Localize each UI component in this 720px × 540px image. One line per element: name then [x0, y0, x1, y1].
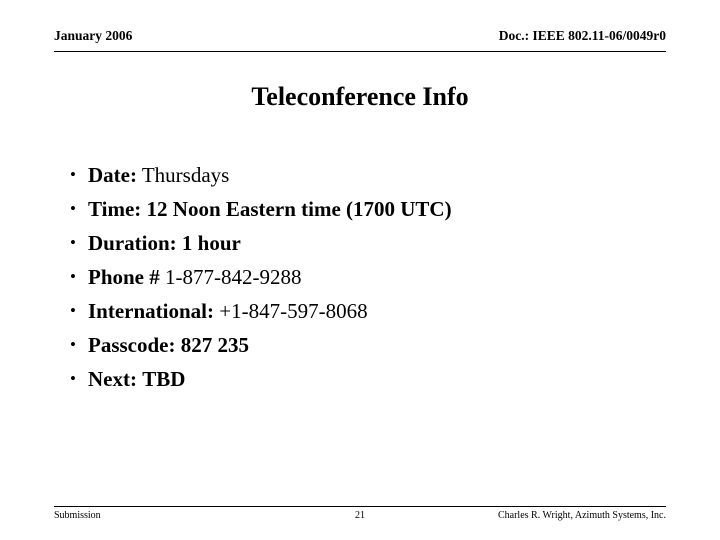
list-item-value: Thursdays: [141, 163, 230, 187]
list-item: • Next: TBD: [54, 362, 666, 396]
bullet-icon: •: [70, 267, 76, 286]
list-item: • Phone # 1-877-842-9288: [54, 260, 666, 294]
list-item-text: Time: 12 Noon Eastern time (1700 UTC): [88, 192, 452, 226]
list-item-value: 827 235: [180, 333, 249, 357]
bullet-icon: •: [70, 199, 76, 218]
bullet-icon: •: [70, 369, 76, 388]
list-item-label: Next:: [88, 367, 137, 391]
list-item-label: International:: [88, 299, 214, 323]
bullet-list: • Date: Thursdays • Time: 12 Noon Easter…: [54, 158, 666, 396]
bullet-icon: •: [70, 165, 76, 184]
list-item-value: 1 hour: [181, 231, 241, 255]
list-item-text: Duration: 1 hour: [88, 226, 241, 260]
list-item: • International: +1-847-597-8068: [54, 294, 666, 328]
slide: January 2006 Doc.: IEEE 802.11-06/0049r0…: [0, 0, 720, 540]
list-item: • Time: 12 Noon Eastern time (1700 UTC): [54, 192, 666, 226]
list-item-label: Passcode:: [88, 333, 176, 357]
list-item-value: 12 Noon Eastern time (1700 UTC): [146, 197, 452, 221]
list-item-label: Date:: [88, 163, 137, 187]
list-item-text: Next: TBD: [88, 362, 185, 396]
page-title: Teleconference Info: [251, 82, 469, 111]
header-document-number: Doc.: IEEE 802.11-06/0049r0: [498, 28, 666, 43]
bullet-icon: •: [70, 335, 76, 354]
list-item: • Date: Thursdays: [54, 158, 666, 192]
list-item: • Passcode: 827 235: [54, 328, 666, 362]
list-item-text: Passcode: 827 235: [88, 328, 249, 362]
list-item-value: TBD: [142, 367, 186, 391]
bullet-icon: •: [70, 301, 76, 320]
slide-footer: Submission 21 Charles R. Wright, Azimuth…: [54, 506, 666, 528]
list-item-value: +1-847-597-8068: [219, 299, 368, 323]
list-item-text: Phone # 1-877-842-9288: [88, 260, 302, 294]
list-item-text: International: +1-847-597-8068: [88, 294, 368, 328]
slide-header: January 2006 Doc.: IEEE 802.11-06/0049r0: [54, 28, 666, 52]
list-item: • Duration: 1 hour: [54, 226, 666, 260]
bullet-icon: •: [70, 233, 76, 252]
list-item-value: 1-877-842-9288: [165, 265, 302, 289]
list-item-label: Phone #: [88, 265, 160, 289]
footer-author: Charles R. Wright, Azimuth Systems, Inc.: [497, 510, 666, 521]
list-item-label: Duration:: [88, 231, 177, 255]
header-date: January 2006: [54, 28, 133, 43]
list-item-label: Time:: [88, 197, 142, 221]
list-item-text: Date: Thursdays: [88, 158, 229, 192]
